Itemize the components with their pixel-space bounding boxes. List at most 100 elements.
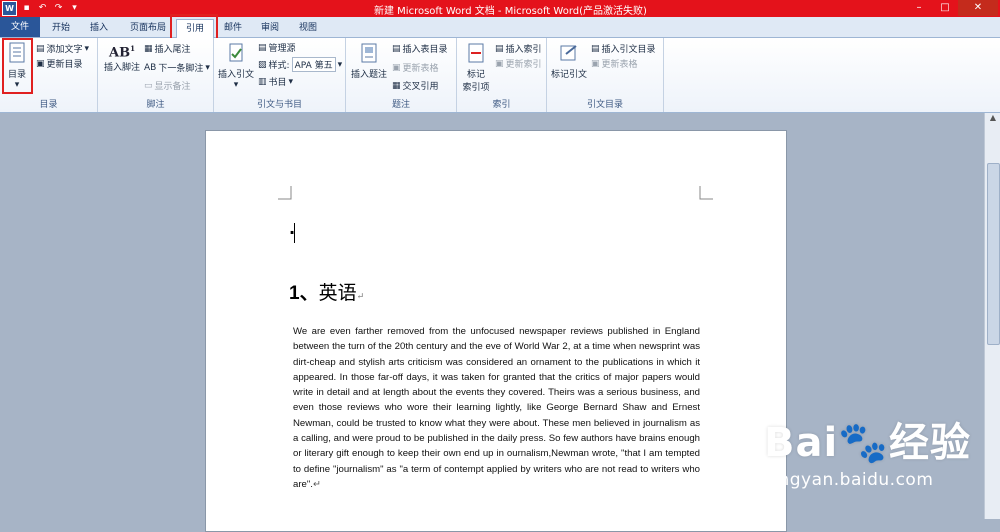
add-text-icon: ▤: [36, 43, 45, 54]
scroll-up-icon[interactable]: ▲: [985, 113, 1000, 122]
insert-toa-label: 插入引文目录: [601, 45, 656, 55]
table-of-figures-icon: ▤: [392, 43, 401, 54]
title-bar: W ▪ ↶ ↷ ▾ 新建 Microsoft Word 文档 - Microso…: [0, 0, 1000, 17]
watermark-brand-2: 经验: [889, 420, 972, 466]
mark-entry-label-2: 索引项: [462, 83, 490, 93]
update-table-icon: ▣: [392, 62, 401, 73]
style-select[interactable]: ▧ 样式: APA 第五 ▾: [258, 57, 342, 72]
text-cursor: [294, 223, 295, 243]
scrollbar-thumb[interactable]: [987, 163, 1000, 345]
save-icon[interactable]: ▪: [20, 1, 33, 14]
insert-endnote-button[interactable]: ▦ 插入尾注: [144, 42, 191, 56]
update-table-label: 更新表格: [402, 64, 439, 74]
tab-home[interactable]: 开始: [46, 19, 76, 37]
add-text-button[interactable]: ▤ 添加文字 ▾: [36, 42, 90, 56]
close-icon[interactable]: ✕: [958, 0, 998, 16]
insert-index-icon: ▤: [495, 43, 504, 54]
insert-toa-button[interactable]: ▤ 插入引文目录: [591, 42, 656, 56]
toc-group-label: 目录: [39, 100, 58, 110]
update-toa-button[interactable]: ▣ 更新表格: [591, 57, 638, 71]
add-text-label: 添加文字: [46, 45, 83, 55]
insert-caption-label: 插入题注: [350, 70, 387, 80]
mark-citation-button[interactable]: 标记引文: [551, 42, 587, 80]
update-toc-button[interactable]: ▣ 更新目录: [36, 57, 83, 71]
heading-1[interactable]: 1、英语↵: [289, 278, 364, 305]
manage-sources-label: 管理源: [268, 44, 296, 54]
chevron-down-icon: ▾: [288, 76, 294, 87]
chevron-down-icon: ▾: [233, 80, 239, 90]
quick-access-toolbar: W ▪ ↶ ↷ ▾: [2, 1, 81, 16]
paragraph-mark-icon: ↵: [312, 478, 321, 490]
footnote-icon: AB1: [109, 44, 135, 61]
show-notes-label: 显示备注: [154, 82, 191, 92]
insert-citation-label: 插入引文: [218, 70, 255, 80]
paw-icon: 🐾: [838, 420, 890, 466]
endnote-icon: ▦: [144, 43, 153, 54]
minimize-icon[interactable]: –: [906, 0, 932, 16]
update-index-label: 更新索引: [505, 60, 542, 70]
mark-entry-label-1: 标记: [466, 70, 485, 80]
insert-footnote-label: 插入脚注: [103, 63, 140, 74]
paragraph-text: We are even farther removed from the unf…: [293, 326, 700, 490]
footnotes-group: AB1 插入脚注 ▦ 插入尾注 AB 下一条脚注 ▾ ▭ 显示备注 脚注: [98, 38, 214, 112]
body-paragraph[interactable]: We are even farther removed from the unf…: [293, 324, 700, 492]
ribbon-tab-row: 文件 开始 插入 页面布局 引用 邮件 审阅 视图 ?: [0, 17, 1000, 49]
vertical-scrollbar[interactable]: ▲: [984, 113, 1000, 519]
manage-sources-icon: ▤: [258, 42, 267, 53]
window-controls: – □ ✕: [906, 0, 998, 16]
tab-view[interactable]: 视图: [293, 19, 323, 37]
references-tab-highlight: [170, 14, 218, 40]
redo-icon[interactable]: ↷: [52, 1, 65, 14]
next-footnote-icon: AB: [144, 62, 157, 73]
chevron-down-icon: ▾: [337, 59, 343, 70]
cross-reference-button[interactable]: ▦ 交叉引用: [392, 79, 439, 93]
index-group-label: 索引: [492, 100, 511, 110]
baidu-jingyan-watermark: Bai🐾经验 jingyan.baidu.com: [764, 410, 972, 490]
heading-number: 1、: [289, 283, 319, 304]
insert-index-label: 插入索引: [505, 45, 542, 55]
bibliography-icon: ▥: [258, 76, 267, 87]
toa-group: 标记引文 ▤ 插入引文目录 ▣ 更新表格 引文目录: [547, 38, 664, 112]
captions-group: 插入题注 ▤ 插入表目录 ▣ 更新表格 ▦ 交叉引用 题注: [346, 38, 457, 112]
tab-insert[interactable]: 插入: [84, 19, 114, 37]
insert-index-button[interactable]: ▤ 插入索引: [495, 42, 542, 56]
maximize-icon[interactable]: □: [932, 0, 958, 16]
tab-layout[interactable]: 页面布局: [124, 19, 172, 37]
show-notes-button[interactable]: ▭ 显示备注: [144, 79, 191, 93]
update-index-button[interactable]: ▣ 更新索引: [495, 57, 542, 71]
update-table-button[interactable]: ▣ 更新表格: [392, 61, 439, 75]
bibliography-button[interactable]: ▥ 书目 ▾: [258, 75, 294, 89]
chevron-down-icon: ▾: [84, 43, 90, 54]
insert-table-of-figures-button[interactable]: ▤ 插入表目录: [392, 42, 448, 56]
update-toc-label: 更新目录: [46, 60, 83, 70]
update-toc-icon: ▣: [36, 58, 45, 69]
mark-citation-icon: [560, 45, 577, 61]
chevron-down-icon: ▾: [205, 62, 210, 73]
heading-text: 英语: [318, 282, 357, 304]
customize-qat-icon[interactable]: ▾: [68, 1, 81, 14]
insert-citation-button[interactable]: 插入引文 ▾: [218, 42, 254, 90]
crop-mark-left: [278, 186, 292, 200]
tab-review[interactable]: 审阅: [255, 19, 285, 37]
crop-mark-right: [699, 186, 713, 200]
next-footnote-label: 下一条脚注: [158, 64, 204, 74]
bibliography-label: 书目: [268, 78, 287, 88]
style-value[interactable]: APA 第五: [291, 57, 336, 72]
citations-group: 插入引文 ▾ ▤ 管理源 ▧ 样式: APA 第五 ▾ ▥ 书目 ▾ 引文与书目: [214, 38, 346, 112]
mark-entry-icon: [468, 43, 484, 63]
mark-entry-button[interactable]: 标记 索引项: [459, 42, 493, 93]
next-footnote-button[interactable]: AB 下一条脚注 ▾: [144, 61, 210, 75]
mark-citation-label: 标记引文: [551, 70, 588, 80]
watermark-url: jingyan.baidu.com: [768, 470, 934, 490]
tab-mailings[interactable]: 邮件: [218, 19, 248, 37]
tab-file[interactable]: 文件: [0, 17, 40, 37]
manage-sources-button[interactable]: ▤ 管理源: [258, 41, 296, 55]
show-notes-icon: ▭: [144, 80, 153, 91]
word-app-icon[interactable]: W: [2, 1, 17, 16]
toc-button-highlight: [2, 38, 33, 94]
undo-icon[interactable]: ↶: [36, 1, 49, 14]
footnotes-group-label: 脚注: [146, 100, 165, 110]
insert-footnote-button[interactable]: AB1 插入脚注: [102, 44, 142, 73]
insert-caption-button[interactable]: 插入题注: [350, 42, 388, 80]
document-page[interactable]: · 1、英语↵ We are even farther removed from…: [205, 130, 787, 532]
